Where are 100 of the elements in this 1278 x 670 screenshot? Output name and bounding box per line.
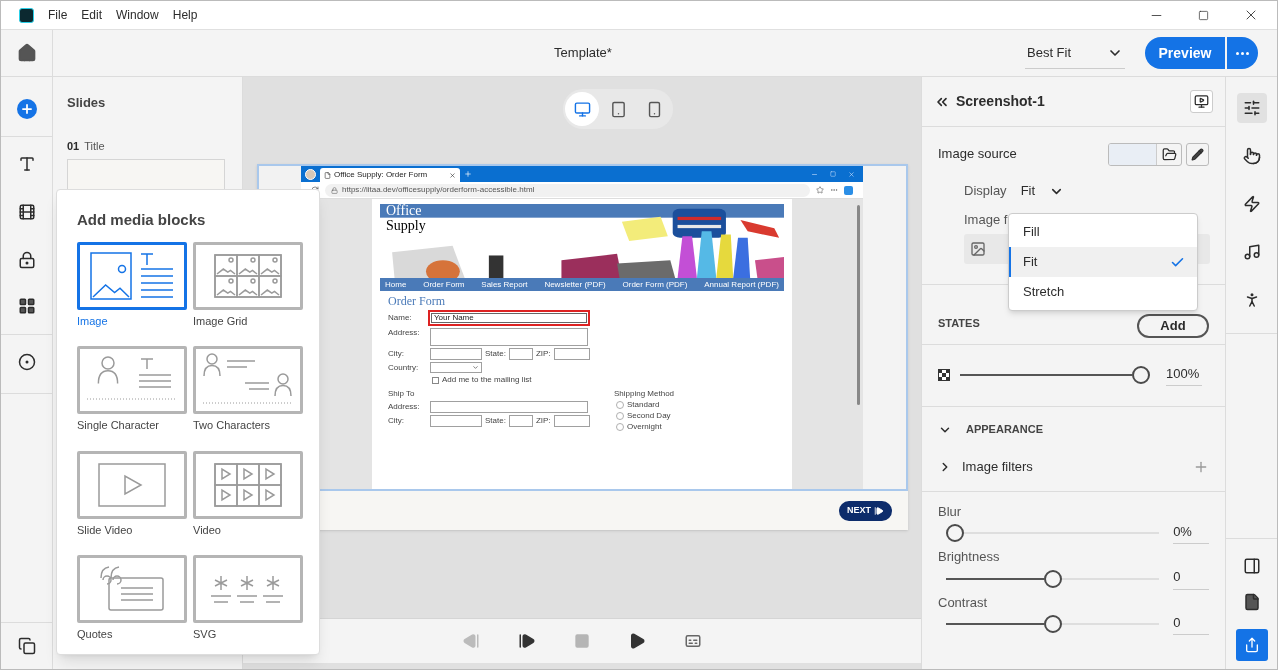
home-icon[interactable] [16,43,37,63]
zip-field[interactable] [553,348,590,360]
nav-link[interactable]: Order Form [423,280,465,289]
add-button[interactable]: Add [1137,313,1209,338]
pages-icon[interactable] [17,637,36,655]
city-field[interactable] [430,415,482,427]
address-field[interactable] [430,328,588,346]
copilot-icon[interactable] [844,185,853,195]
page-icon[interactable] [1242,593,1261,611]
radio-label: Second Day [627,411,671,421]
edit-button[interactable] [1186,142,1209,166]
nav-link[interactable]: Sales Report [481,280,528,289]
preview-button[interactable]: Preview [1145,37,1225,69]
media-block-tile[interactable] [77,450,187,519]
country-select[interactable] [430,362,482,373]
media-block-tile[interactable] [193,241,303,310]
media-block-tile[interactable] [77,555,187,623]
radio-button[interactable] [616,401,624,409]
maximize-icon[interactable] [1198,9,1209,21]
sliders-icon [1242,99,1261,117]
menu-option[interactable]: Fill [1009,217,1197,247]
slider-value: 100% [1166,363,1202,387]
field-label: Name: [388,313,413,323]
step-forward-icon[interactable] [518,632,536,650]
radio-button[interactable] [616,423,624,431]
menu-item[interactable]: Edit [81,6,103,24]
menu-option[interactable]: Stretch [1009,277,1197,307]
film-icon[interactable] [17,203,36,221]
slider-label: Blur [938,502,963,521]
checkbox[interactable] [432,376,439,384]
image-filters-row[interactable]: Image filters [938,452,1209,481]
media-block-tile[interactable] [77,346,187,414]
adjustment-slider[interactable] [946,569,1160,588]
display-dropdown[interactable]: Fit [1020,181,1065,201]
share-button[interactable] [1235,629,1268,661]
image-thumbnail[interactable] [1109,143,1157,165]
nav-link[interactable]: Home [385,280,407,289]
adjustment-slider[interactable] [946,615,1160,633]
image-icon [970,240,986,257]
menu-item[interactable]: File [48,6,68,24]
panel-icon[interactable] [1242,557,1261,575]
state-field[interactable] [508,415,533,427]
radio-label: Standard [627,400,660,410]
slide-number: 01 [67,138,80,154]
menu-item[interactable]: Window [116,6,159,24]
nav-link[interactable]: Newsletter (PDF) [544,280,606,289]
media-block-label: SVG [193,627,218,642]
chevron-down-icon [472,364,479,371]
grid-icon[interactable] [17,297,36,315]
menu-item[interactable]: Help [172,6,198,24]
site-logo: Office [386,204,422,218]
name-field[interactable]: Your Name [428,310,590,326]
avatar-icon [305,168,316,180]
media-block-tile[interactable] [193,450,303,519]
field-label: Display [964,182,1007,201]
state-field[interactable] [508,348,533,360]
address-field[interactable] [430,401,588,413]
captions-icon[interactable] [684,632,702,650]
slider-value: 0 [1173,612,1209,636]
favorite-icon[interactable] [816,186,824,194]
media-block-label: Two Characters [193,418,272,433]
media-block-label: Single Character [77,418,160,433]
more-button[interactable] [1227,37,1258,69]
play-icon[interactable] [628,632,646,650]
hand-pointer-icon [1242,147,1261,165]
adjustment-slider[interactable] [946,524,1160,542]
browser-tab[interactable]: Office Supply: Order Form [320,168,460,182]
more-icon[interactable] [830,186,838,194]
media-block-tile[interactable] [193,555,303,623]
text-icon[interactable] [17,155,36,173]
field-label: Image source [938,145,1018,164]
field-label: Address: [388,328,421,338]
add-button[interactable] [16,99,37,119]
opacity-slider[interactable] [960,366,1150,384]
radio-button[interactable] [616,412,624,420]
media-block-label: Image Grid [193,313,249,329]
desktop-icon [573,100,591,118]
nav-link[interactable]: Order Form (PDF) [622,280,688,289]
next-button[interactable]: NEXT [839,500,892,521]
document-title: Template* [553,44,613,63]
image-source-field[interactable] [1108,142,1182,166]
field-label: ZIP: [535,349,551,359]
zoom-dropdown[interactable]: Best Fit [1025,37,1125,69]
zip-field[interactable] [553,415,590,427]
record-icon[interactable] [17,353,36,371]
appearance-header[interactable]: APPEARANCE [938,406,1209,453]
preview-monitor-button[interactable] [1190,90,1213,113]
nav-link[interactable]: Annual Report (PDF) [704,280,779,289]
menu-option[interactable]: Fit [1009,247,1197,277]
monitor-icon [1194,94,1209,109]
slider-value: 0% [1173,521,1209,545]
media-block-tile[interactable] [77,241,187,310]
slide-name: Title [84,138,105,154]
address-bar[interactable]: https://iitaa.dev/officesupply/orderform-accessible.html [325,183,810,197]
new-tab-icon[interactable] [464,170,472,178]
media-block-tile[interactable] [193,346,303,414]
city-field[interactable] [430,348,482,360]
desktop-button[interactable] [565,92,599,126]
sliders-button[interactable] [1236,93,1267,123]
lock-icon[interactable] [17,251,36,269]
